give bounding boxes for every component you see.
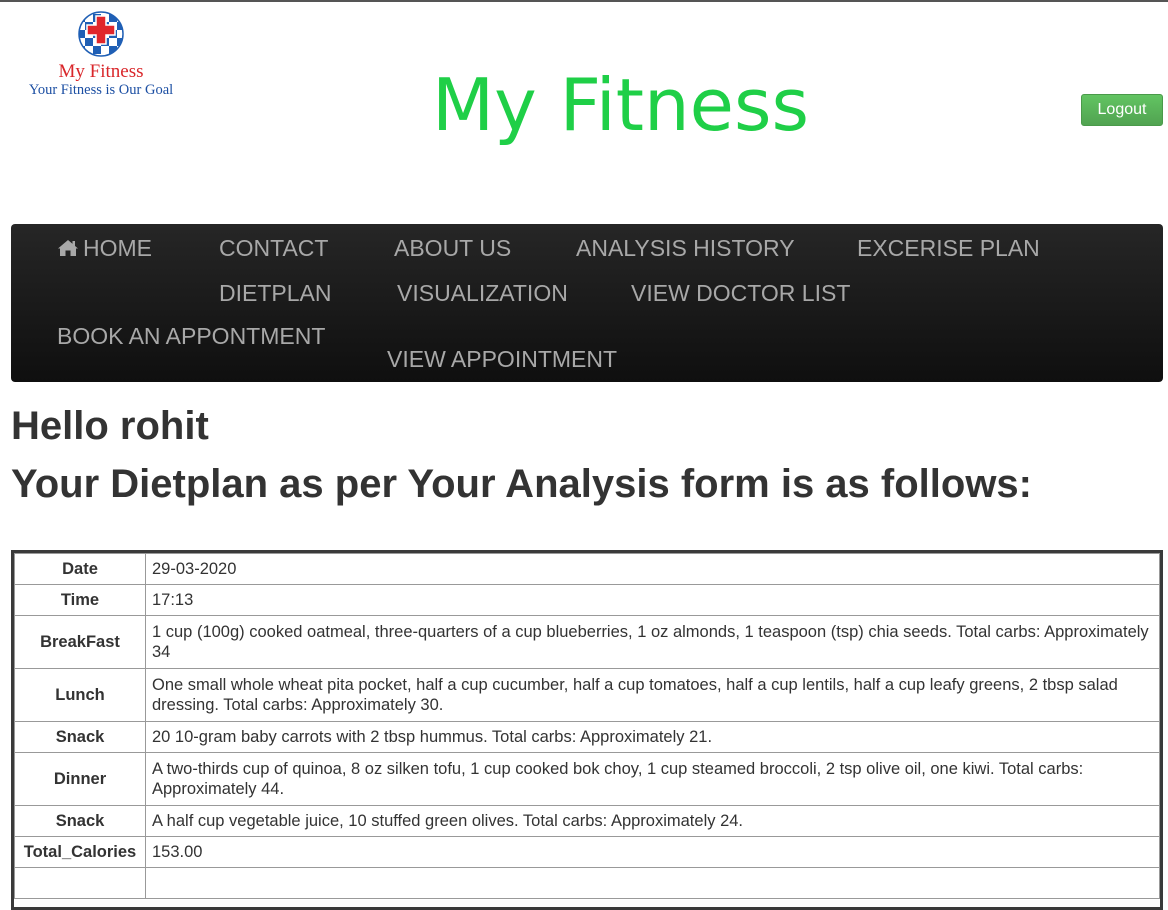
row-value: A half cup vegetable juice, 10 stuffed g… <box>145 805 1160 837</box>
greeting-heading: Hello rohit <box>11 404 209 448</box>
table-row-time: Time 17:13 <box>14 584 1160 616</box>
nav-item-contact[interactable]: CONTACT <box>219 234 328 262</box>
site-logo[interactable]: My Fitness Your Fitness is Our Goal <box>16 10 186 98</box>
row-value: 20 10-gram baby carrots with 2 tbsp humm… <box>145 721 1160 753</box>
row-label: Lunch <box>14 668 146 722</box>
nav-item-about-us[interactable]: ABOUT US <box>394 234 511 262</box>
row-label: Snack <box>14 805 146 837</box>
nav-item-dietplan[interactable]: DIETPLAN <box>219 279 331 307</box>
row-value: 1 cup (100g) cooked oatmeal, three-quart… <box>145 615 1160 669</box>
table-row-snack: Snack A half cup vegetable juice, 10 stu… <box>14 805 1160 837</box>
row-label: Total_Calories <box>14 836 146 868</box>
home-icon <box>58 240 78 256</box>
row-value: 153.00 <box>145 836 1160 868</box>
table-row-date: Date 29-03-2020 <box>14 553 1160 585</box>
nav-item-analysis-history[interactable]: ANALYSIS HISTORY <box>576 234 795 262</box>
nav-item-view-doctor-list[interactable]: VIEW DOCTOR LIST <box>631 279 850 307</box>
dietplan-table: Date 29-03-2020 Time 17:13 BreakFast 1 c… <box>14 553 1160 899</box>
table-row-breakfast: BreakFast 1 cup (100g) cooked oatmeal, t… <box>14 615 1160 669</box>
row-value: 29-03-2020 <box>145 553 1160 585</box>
nav-item-book-appointment[interactable]: BOOK AN APPONTMENT <box>57 322 325 350</box>
row-label <box>14 867 146 899</box>
table-row-lunch: Lunch One small whole wheat pita pocket,… <box>14 668 1160 722</box>
main-navbar: HOME CONTACT ABOUT US ANALYSIS HISTORY E… <box>11 224 1163 382</box>
row-label: BreakFast <box>14 615 146 669</box>
nav-item-view-appointment[interactable]: VIEW APPOINTMENT <box>387 345 617 373</box>
row-label: Snack <box>14 721 146 753</box>
row-value: One small whole wheat pita pocket, half … <box>145 668 1160 722</box>
logo-name: My Fitness <box>58 61 144 82</box>
medical-cross-globe-icon <box>78 11 124 57</box>
nav-item-home-label: HOME <box>83 235 152 261</box>
row-value <box>145 867 1160 899</box>
row-value: 17:13 <box>145 584 1160 616</box>
nav-item-exercise-plan[interactable]: EXCERISE PLAN <box>857 234 1040 262</box>
table-row-snack: Snack 20 10-gram baby carrots with 2 tbs… <box>14 721 1160 753</box>
row-label: Time <box>14 584 146 616</box>
dietplan-heading: Your Dietplan as per Your Analysis form … <box>11 462 1032 506</box>
row-label: Dinner <box>14 752 146 806</box>
nav-item-home[interactable]: HOME <box>57 234 152 262</box>
table-row-empty <box>14 867 1160 899</box>
dietplan-table-container: Date 29-03-2020 Time 17:13 BreakFast 1 c… <box>11 550 1163 910</box>
table-row-dinner: Dinner A two-thirds cup of quinoa, 8 oz … <box>14 752 1160 806</box>
row-value: A two-thirds cup of quinoa, 8 oz silken … <box>145 752 1160 806</box>
logout-button[interactable]: Logout <box>1081 94 1163 126</box>
nav-item-visualization[interactable]: VISUALIZATION <box>397 279 568 307</box>
logo-tagline: Your Fitness is Our Goal <box>28 82 174 98</box>
row-label: Date <box>14 553 146 585</box>
site-title: My Fitness <box>432 63 809 147</box>
table-row-total-calories: Total_Calories 153.00 <box>14 836 1160 868</box>
